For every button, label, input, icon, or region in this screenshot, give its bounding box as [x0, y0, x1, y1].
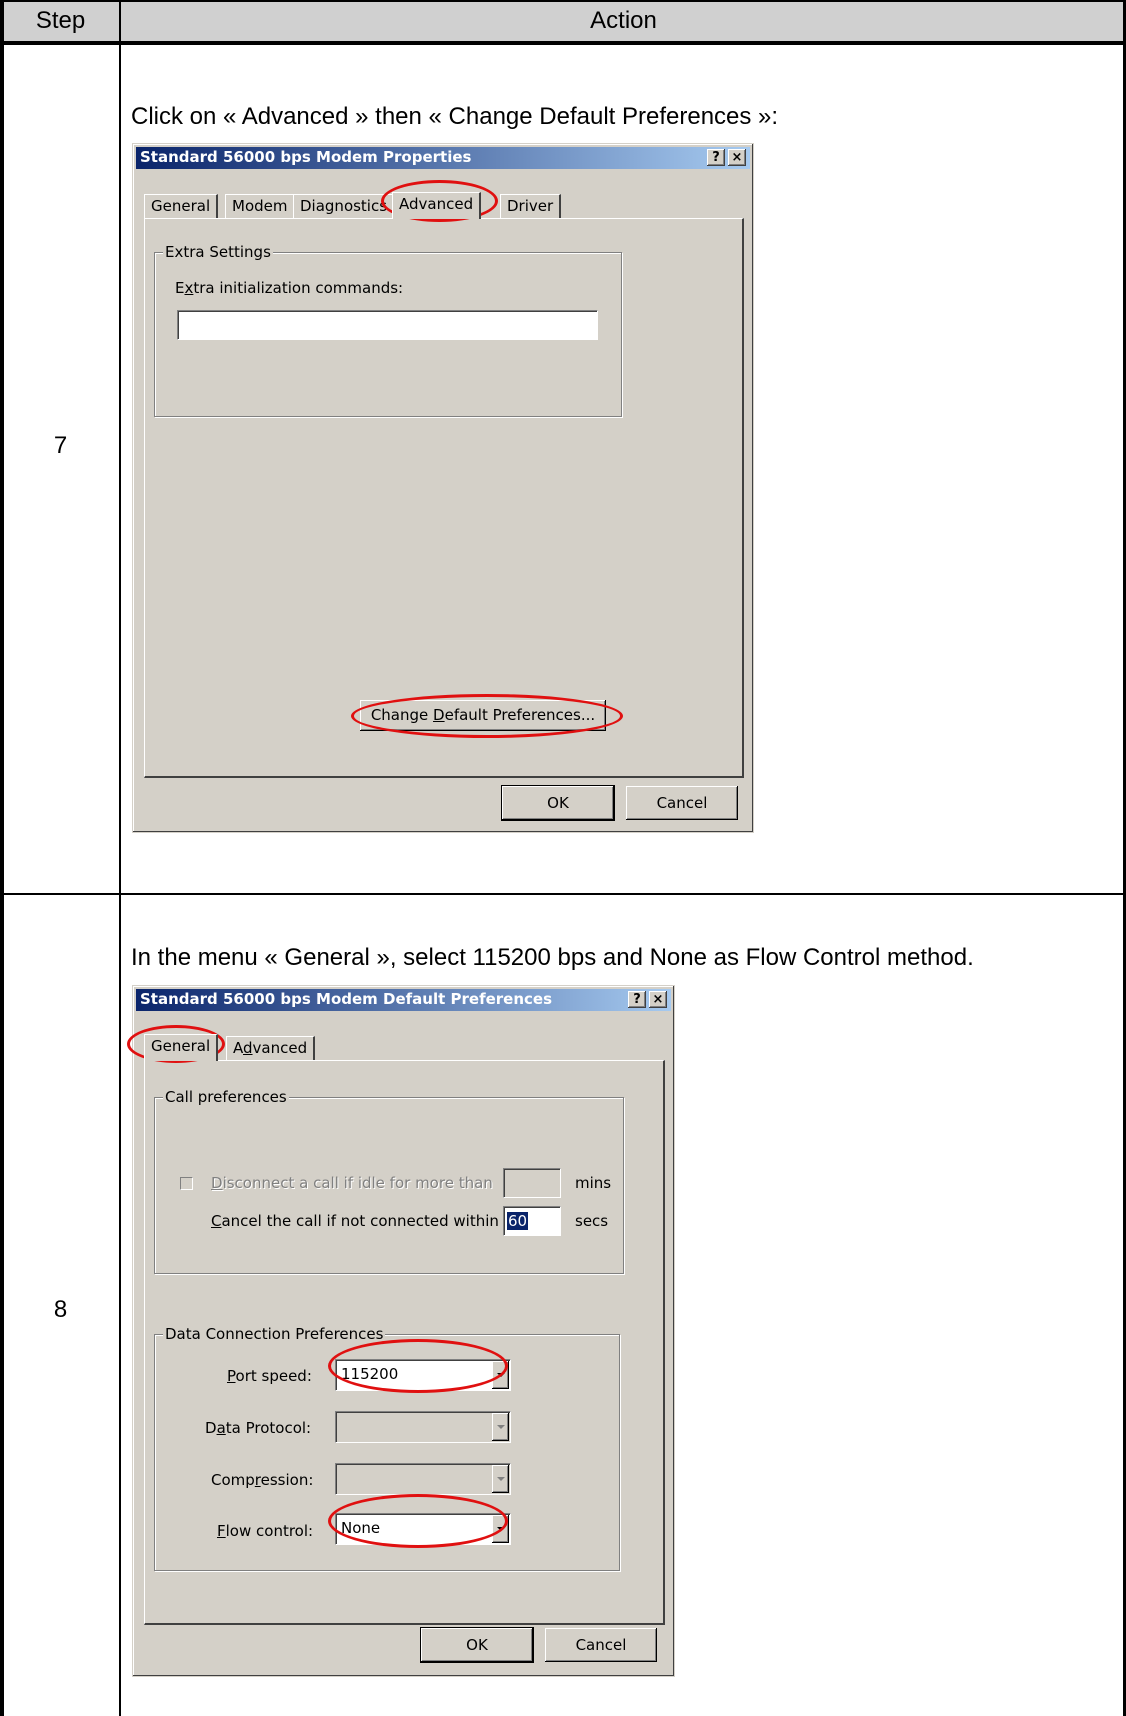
port-speed-select[interactable]: 115200: [335, 1359, 511, 1391]
data-connection-group: Data Connection Preferences Port speed: …: [154, 1325, 620, 1571]
cancel-call-label: Cancel the call if not connected within: [211, 1212, 499, 1230]
disconnect-unit: mins: [575, 1174, 612, 1192]
flow-control-label: Flow control:: [217, 1522, 314, 1540]
extra-init-label: Extra initialization commands:: [175, 279, 404, 297]
chevron-down-icon[interactable]: [492, 1465, 509, 1493]
tab-general[interactable]: General: [144, 1034, 219, 1061]
cancel-call-seconds-value: 60: [507, 1212, 529, 1230]
step-number-7: 7: [53, 432, 68, 459]
call-preferences-label: Call preferences: [163, 1088, 289, 1106]
modem-properties-dialog: Standard 56000 bps Modem Properties ? × …: [132, 143, 754, 833]
table-border-top: [0, 0, 1126, 2]
extra-settings-group: Extra Settings Extra initialization comm…: [154, 243, 622, 417]
advanced-tab-panel: Extra Settings Extra initialization comm…: [144, 218, 744, 778]
table-border-left: [0, 0, 4, 1716]
cancel-button[interactable]: Cancel: [545, 1628, 657, 1662]
general-tab-panel: Call preferences Disconnect a call if id…: [144, 1060, 665, 1625]
row-divider: [0, 893, 1126, 895]
disconnect-checkbox[interactable]: [180, 1177, 193, 1190]
help-button[interactable]: ?: [707, 149, 725, 166]
change-default-preferences-button[interactable]: Change Default Preferences...: [360, 700, 606, 731]
port-speed-value: 115200: [341, 1365, 399, 1383]
disconnect-minutes-input[interactable]: [503, 1168, 561, 1198]
flow-control-value: None: [341, 1519, 381, 1537]
call-preferences-group: Call preferences Disconnect a call if id…: [154, 1088, 624, 1274]
tab-general[interactable]: General: [144, 194, 219, 218]
step-number-8: 8: [53, 1296, 68, 1323]
ok-button[interactable]: OK: [501, 785, 615, 821]
dialog-title: Standard 56000 bps Modem Properties: [140, 148, 472, 166]
cancel-button[interactable]: Cancel: [626, 786, 738, 820]
step7-instruction: Click on « Advanced » then « Change Defa…: [131, 103, 779, 130]
step8-instruction: In the menu « General », select 115200 b…: [131, 944, 974, 971]
title-bar: Standard 56000 bps Modem Default Prefere…: [136, 989, 671, 1011]
chevron-down-icon[interactable]: [492, 1515, 509, 1543]
cancel-call-unit: secs: [575, 1212, 609, 1230]
data-protocol-select[interactable]: [335, 1411, 511, 1443]
port-speed-label: Port speed:: [227, 1367, 312, 1385]
extra-init-input[interactable]: [177, 310, 598, 340]
compression-select[interactable]: [335, 1463, 511, 1495]
tab-strip: General Modem Diagnostics Advanced Drive…: [144, 192, 744, 219]
header-action: Action: [121, 0, 1126, 45]
help-button[interactable]: ?: [628, 991, 646, 1008]
extra-settings-label: Extra Settings: [163, 243, 273, 261]
tab-advanced[interactable]: Advanced: [392, 192, 482, 219]
compression-label: Compression:: [211, 1471, 314, 1489]
flow-control-select[interactable]: None: [335, 1513, 511, 1545]
table-divider: [119, 0, 121, 1716]
data-protocol-label: Data Protocol:: [205, 1419, 312, 1437]
dialog-title: Standard 56000 bps Modem Default Prefere…: [140, 990, 553, 1008]
tab-modem[interactable]: Modem: [225, 194, 296, 218]
tab-diagnostics[interactable]: Diagnostics: [293, 194, 396, 218]
title-bar: Standard 56000 bps Modem Properties ? ×: [136, 147, 750, 169]
chevron-down-icon[interactable]: [492, 1413, 509, 1441]
tab-advanced[interactable]: Advanced: [226, 1036, 316, 1060]
default-preferences-dialog: Standard 56000 bps Modem Default Prefere…: [127, 985, 675, 1677]
data-connection-label: Data Connection Preferences: [163, 1325, 386, 1343]
chevron-down-icon[interactable]: [492, 1361, 509, 1389]
close-button[interactable]: ×: [649, 991, 667, 1008]
disconnect-label: Disconnect a call if idle for more than: [211, 1174, 493, 1192]
cancel-call-seconds-input[interactable]: 60: [503, 1206, 561, 1236]
tab-strip: General Advanced: [144, 1034, 664, 1061]
close-button[interactable]: ×: [728, 149, 746, 166]
ok-button[interactable]: OK: [420, 1627, 534, 1663]
tab-driver[interactable]: Driver: [500, 194, 562, 218]
header-step: Step: [0, 0, 121, 45]
